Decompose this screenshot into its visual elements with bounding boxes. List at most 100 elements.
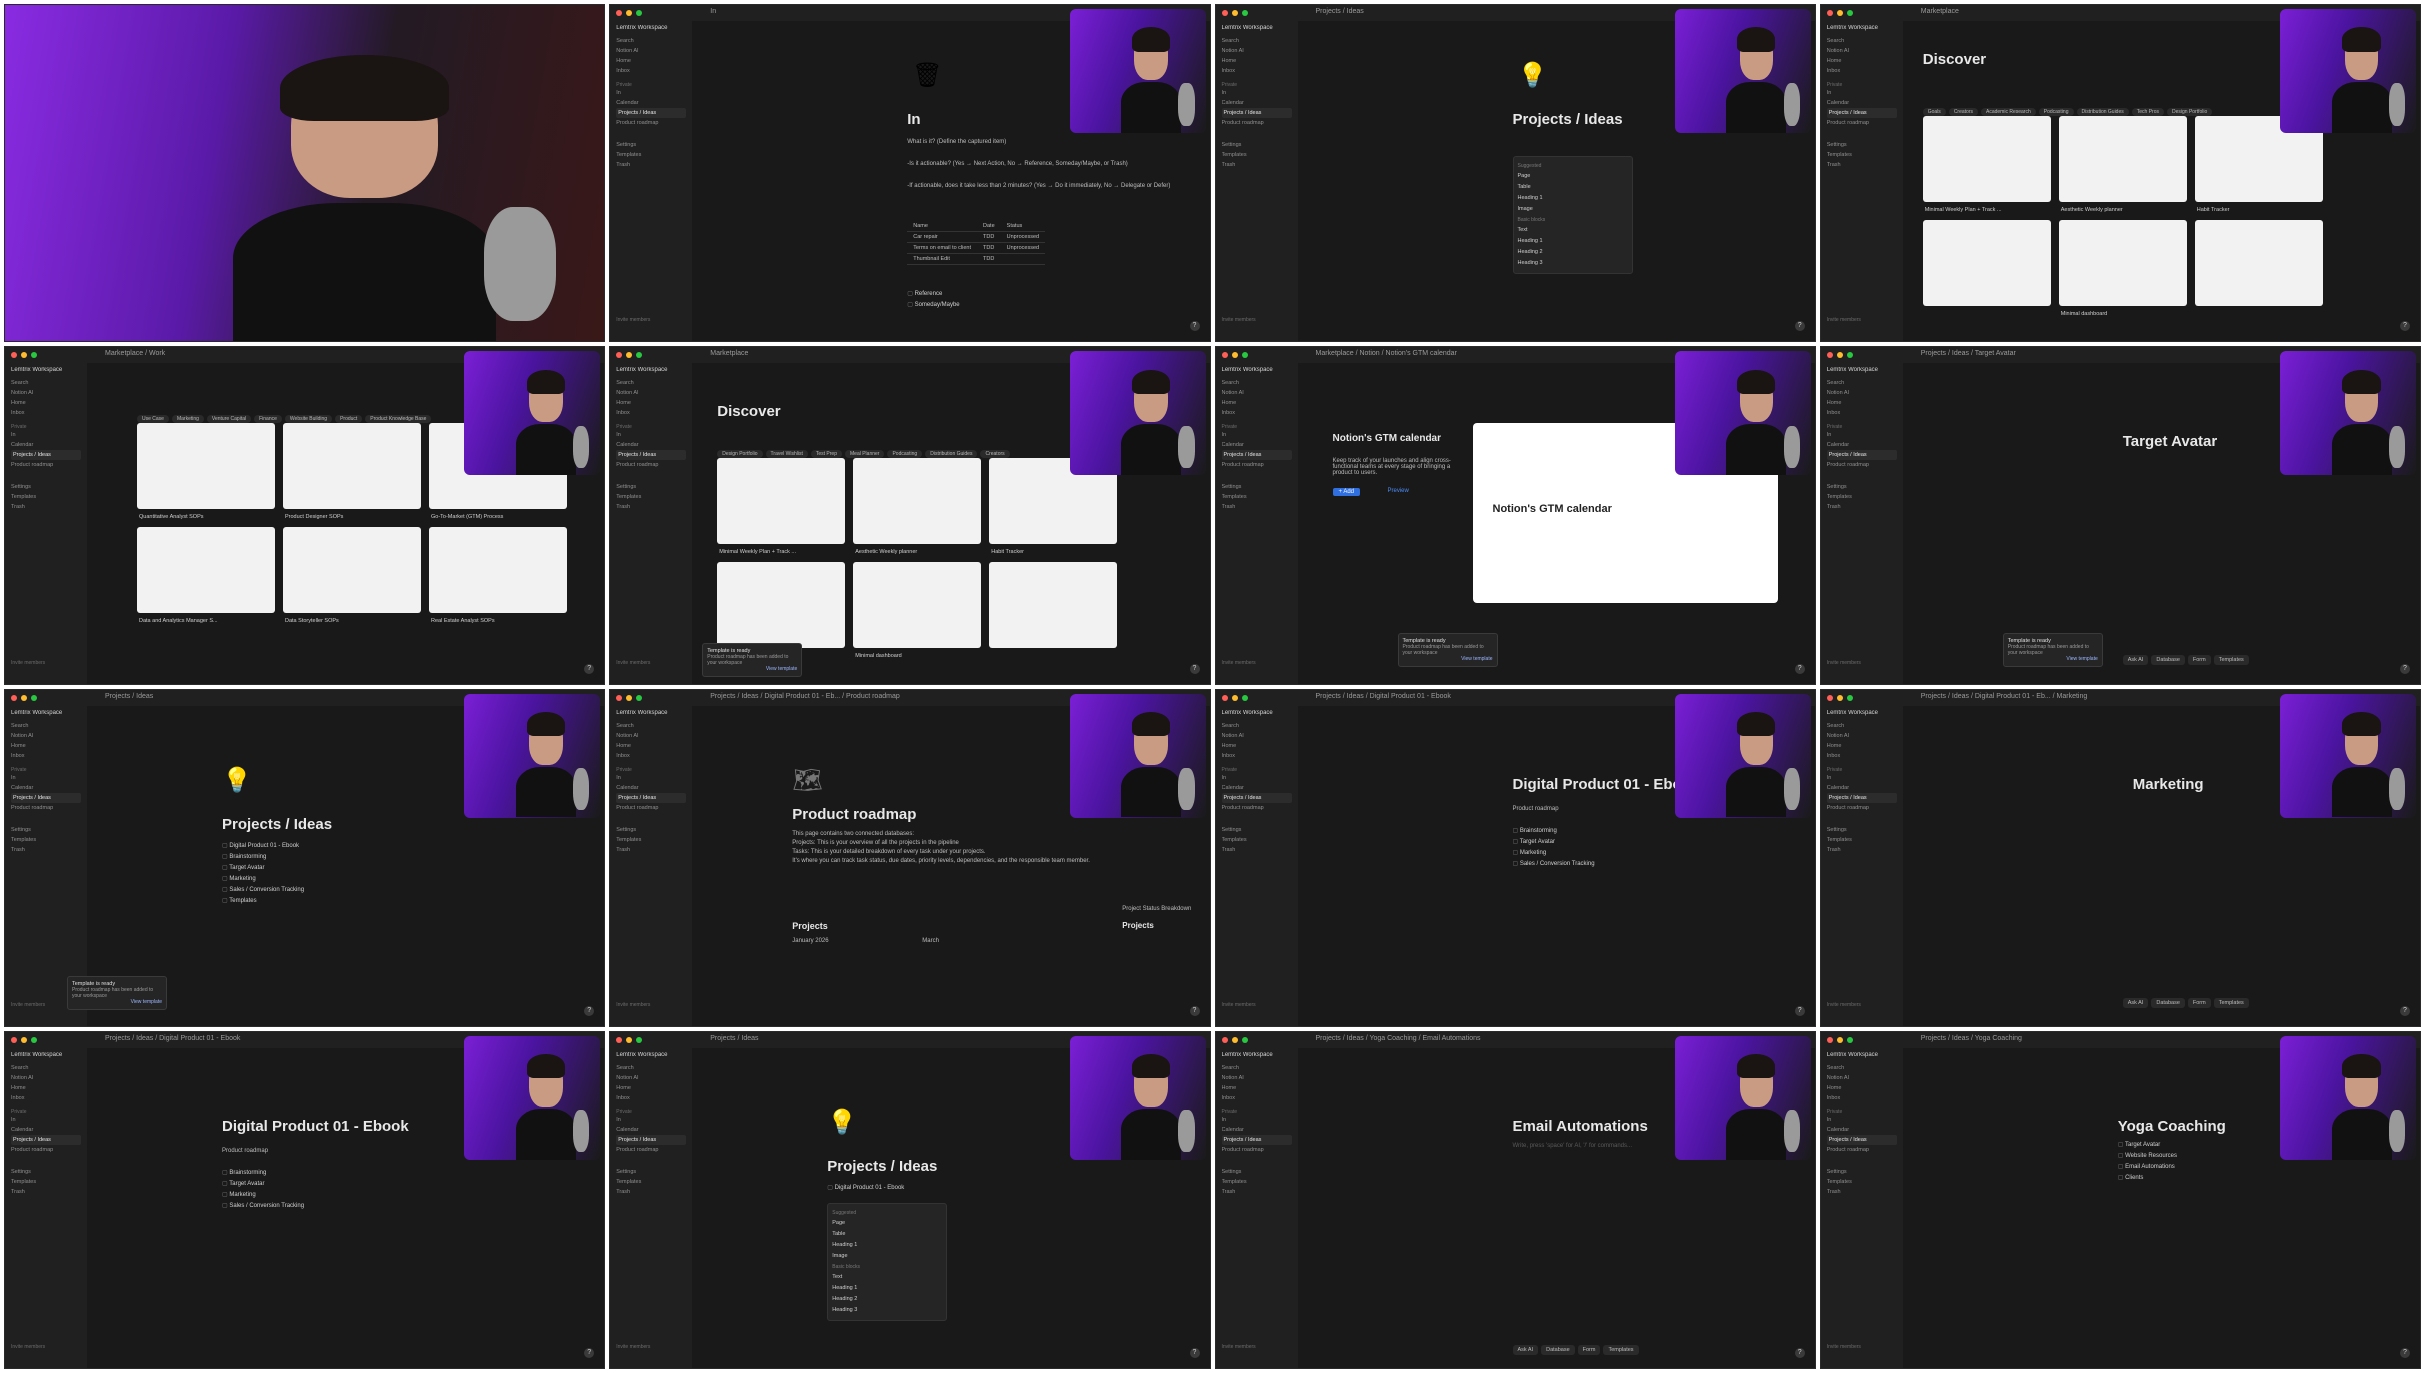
subpage-link[interactable]: Brainstorming [222, 852, 304, 863]
preview-button[interactable]: Preview [1388, 488, 1409, 494]
sidebar-item[interactable]: Search [11, 721, 81, 731]
sidebar-item[interactable]: Home [1827, 741, 1897, 751]
window-control-g[interactable] [1241, 352, 1248, 359]
sidebar-item[interactable]: Trash [1222, 502, 1292, 512]
sidebar-item[interactable]: Projects / Ideas [1221, 450, 1292, 461]
sidebar-item[interactable]: Notion AI [11, 1073, 81, 1083]
category-tag[interactable]: Distribution Guides [925, 450, 978, 459]
sidebar-item[interactable]: Inbox [1222, 751, 1292, 761]
sidebar-item[interactable]: Trash [1827, 845, 1897, 855]
invite-members-link[interactable]: Invite members [1827, 1344, 1861, 1350]
window-control-g[interactable] [636, 694, 643, 701]
sidebar-item[interactable]: Notion AI [1222, 388, 1292, 398]
sidebar-item[interactable]: Home [11, 1083, 81, 1093]
subpage-link[interactable]: Website Resources [2118, 1151, 2177, 1162]
subpage-link[interactable]: Sales / Conversion Tracking [222, 885, 304, 896]
subpage-link[interactable]: Product roadmap [222, 1148, 268, 1154]
window-control-g[interactable] [1241, 694, 1248, 701]
category-tag[interactable]: Website Building [284, 415, 333, 424]
sidebar-item[interactable]: Notion AI [11, 388, 81, 398]
quick-action-button[interactable]: Templates [1603, 1344, 1639, 1355]
sidebar-item[interactable]: Product roadmap [1222, 460, 1292, 470]
subpage-link[interactable]: Clients [2118, 1173, 2177, 1184]
sidebar-item[interactable]: In [1827, 430, 1897, 440]
window-control-y[interactable] [626, 352, 633, 359]
sidebar-item[interactable]: Home [616, 1083, 686, 1093]
sidebar-item[interactable]: Home [616, 741, 686, 751]
menu-item[interactable]: Table [1518, 182, 1628, 193]
sidebar-item[interactable]: Projects / Ideas [11, 1134, 81, 1145]
sidebar-item[interactable]: Settings [616, 482, 686, 492]
menu-item[interactable]: Text [832, 1272, 942, 1283]
window-control-g[interactable] [636, 352, 643, 359]
sidebar-item[interactable]: Notion AI [1827, 46, 1897, 56]
sidebar-item[interactable]: Home [1222, 56, 1292, 66]
sidebar-item[interactable]: Notion AI [616, 388, 686, 398]
sidebar-item[interactable]: Templates [616, 1177, 686, 1187]
workspace-name[interactable]: Lemtrix Workspace [11, 710, 81, 716]
sidebar-item[interactable]: Trash [11, 845, 81, 855]
template-card[interactable]: Aesthetic Weekly planner [853, 458, 982, 555]
breadcrumb[interactable]: Marketplace [1921, 8, 1959, 15]
template-card[interactable]: Minimal dashboard [2058, 220, 2187, 317]
workspace-name[interactable]: Lemtrix Workspace [1222, 367, 1292, 373]
window-control-g[interactable] [1846, 352, 1853, 359]
sidebar-item[interactable]: Templates [1222, 835, 1292, 845]
sidebar-item[interactable]: Product roadmap [1827, 118, 1897, 128]
help-button[interactable]: ? [2400, 663, 2410, 674]
sidebar-item[interactable]: Home [1827, 56, 1897, 66]
sidebar-item[interactable]: Projects / Ideas [616, 108, 687, 118]
sidebar-item[interactable]: Product roadmap [1222, 1145, 1292, 1155]
invite-members-link[interactable]: Invite members [11, 1002, 45, 1008]
help-button[interactable]: ? [1189, 321, 1200, 332]
sidebar-item[interactable]: Search [616, 36, 686, 46]
window-control-r[interactable] [11, 352, 17, 359]
sidebar-item[interactable]: Projects / Ideas [11, 450, 81, 461]
sidebar-item[interactable]: Search [11, 378, 81, 388]
sidebar-item[interactable]: Home [1827, 1083, 1897, 1093]
quick-action-button[interactable]: Form [1577, 1344, 1601, 1355]
sidebar-item[interactable]: Product roadmap [616, 1145, 686, 1155]
workspace-name[interactable]: Lemtrix Workspace [11, 1052, 81, 1058]
sidebar-item[interactable]: Notion AI [1222, 1073, 1292, 1083]
category-tag[interactable]: Goals [1922, 108, 1946, 116]
sidebar-item[interactable]: Notion AI [11, 731, 81, 741]
sidebar-item[interactable]: Inbox [1827, 751, 1897, 761]
breadcrumb[interactable]: Projects / Ideas / Digital Product 01 - … [1316, 693, 1451, 700]
sidebar-item[interactable]: Calendar [1827, 98, 1897, 108]
help-button[interactable]: ? [1794, 1348, 1805, 1358]
sidebar-item[interactable]: Settings [1827, 825, 1897, 835]
sidebar-item[interactable]: Inbox [616, 751, 686, 761]
subpage-link[interactable]: Target Avatar [2118, 1140, 2177, 1151]
subpage-link[interactable]: Marketing [222, 874, 304, 885]
sidebar-item[interactable]: Search [616, 378, 686, 388]
category-tag[interactable]: Distribution Guides [2076, 108, 2129, 116]
sidebar-item[interactable]: Calendar [11, 1125, 81, 1135]
sidebar-item[interactable]: Trash [1222, 160, 1292, 170]
sidebar-item[interactable]: Trash [616, 1187, 686, 1197]
breadcrumb[interactable]: Marketplace / Work [105, 350, 165, 357]
menu-item[interactable]: Heading 2 [1518, 247, 1628, 258]
subpage-link[interactable]: Product roadmap [1513, 806, 1559, 812]
window-control-r[interactable] [11, 694, 17, 701]
help-button[interactable]: ? [1189, 663, 1200, 674]
sidebar-item[interactable]: In [11, 1115, 81, 1125]
quick-action-button[interactable]: Form [2187, 997, 2211, 1008]
sidebar-item[interactable]: In [1827, 773, 1897, 783]
sidebar-item[interactable]: Calendar [616, 1125, 686, 1135]
sidebar-item[interactable]: Projects / Ideas [1826, 450, 1897, 461]
window-control-r[interactable] [1221, 1036, 1228, 1043]
sidebar-item[interactable]: Projects / Ideas [1826, 1134, 1897, 1145]
sidebar-item[interactable]: Home [11, 741, 81, 751]
category-tag[interactable]: Meal Planner [845, 450, 885, 459]
subpage-link[interactable]: Target Avatar [1513, 837, 1595, 848]
window-control-r[interactable] [616, 694, 623, 701]
sidebar-item[interactable]: Templates [616, 150, 686, 160]
subpage-link[interactable]: Digital Product 01 - Ebook [222, 841, 304, 852]
subpage-link[interactable]: Someday/Maybe [907, 300, 960, 311]
sidebar-item[interactable]: Templates [11, 835, 81, 845]
sidebar-item[interactable]: Calendar [1222, 440, 1292, 450]
sidebar-item[interactable]: Home [1827, 398, 1897, 408]
invite-members-link[interactable]: Invite members [11, 660, 45, 666]
invite-members-link[interactable]: Invite members [1222, 317, 1256, 323]
